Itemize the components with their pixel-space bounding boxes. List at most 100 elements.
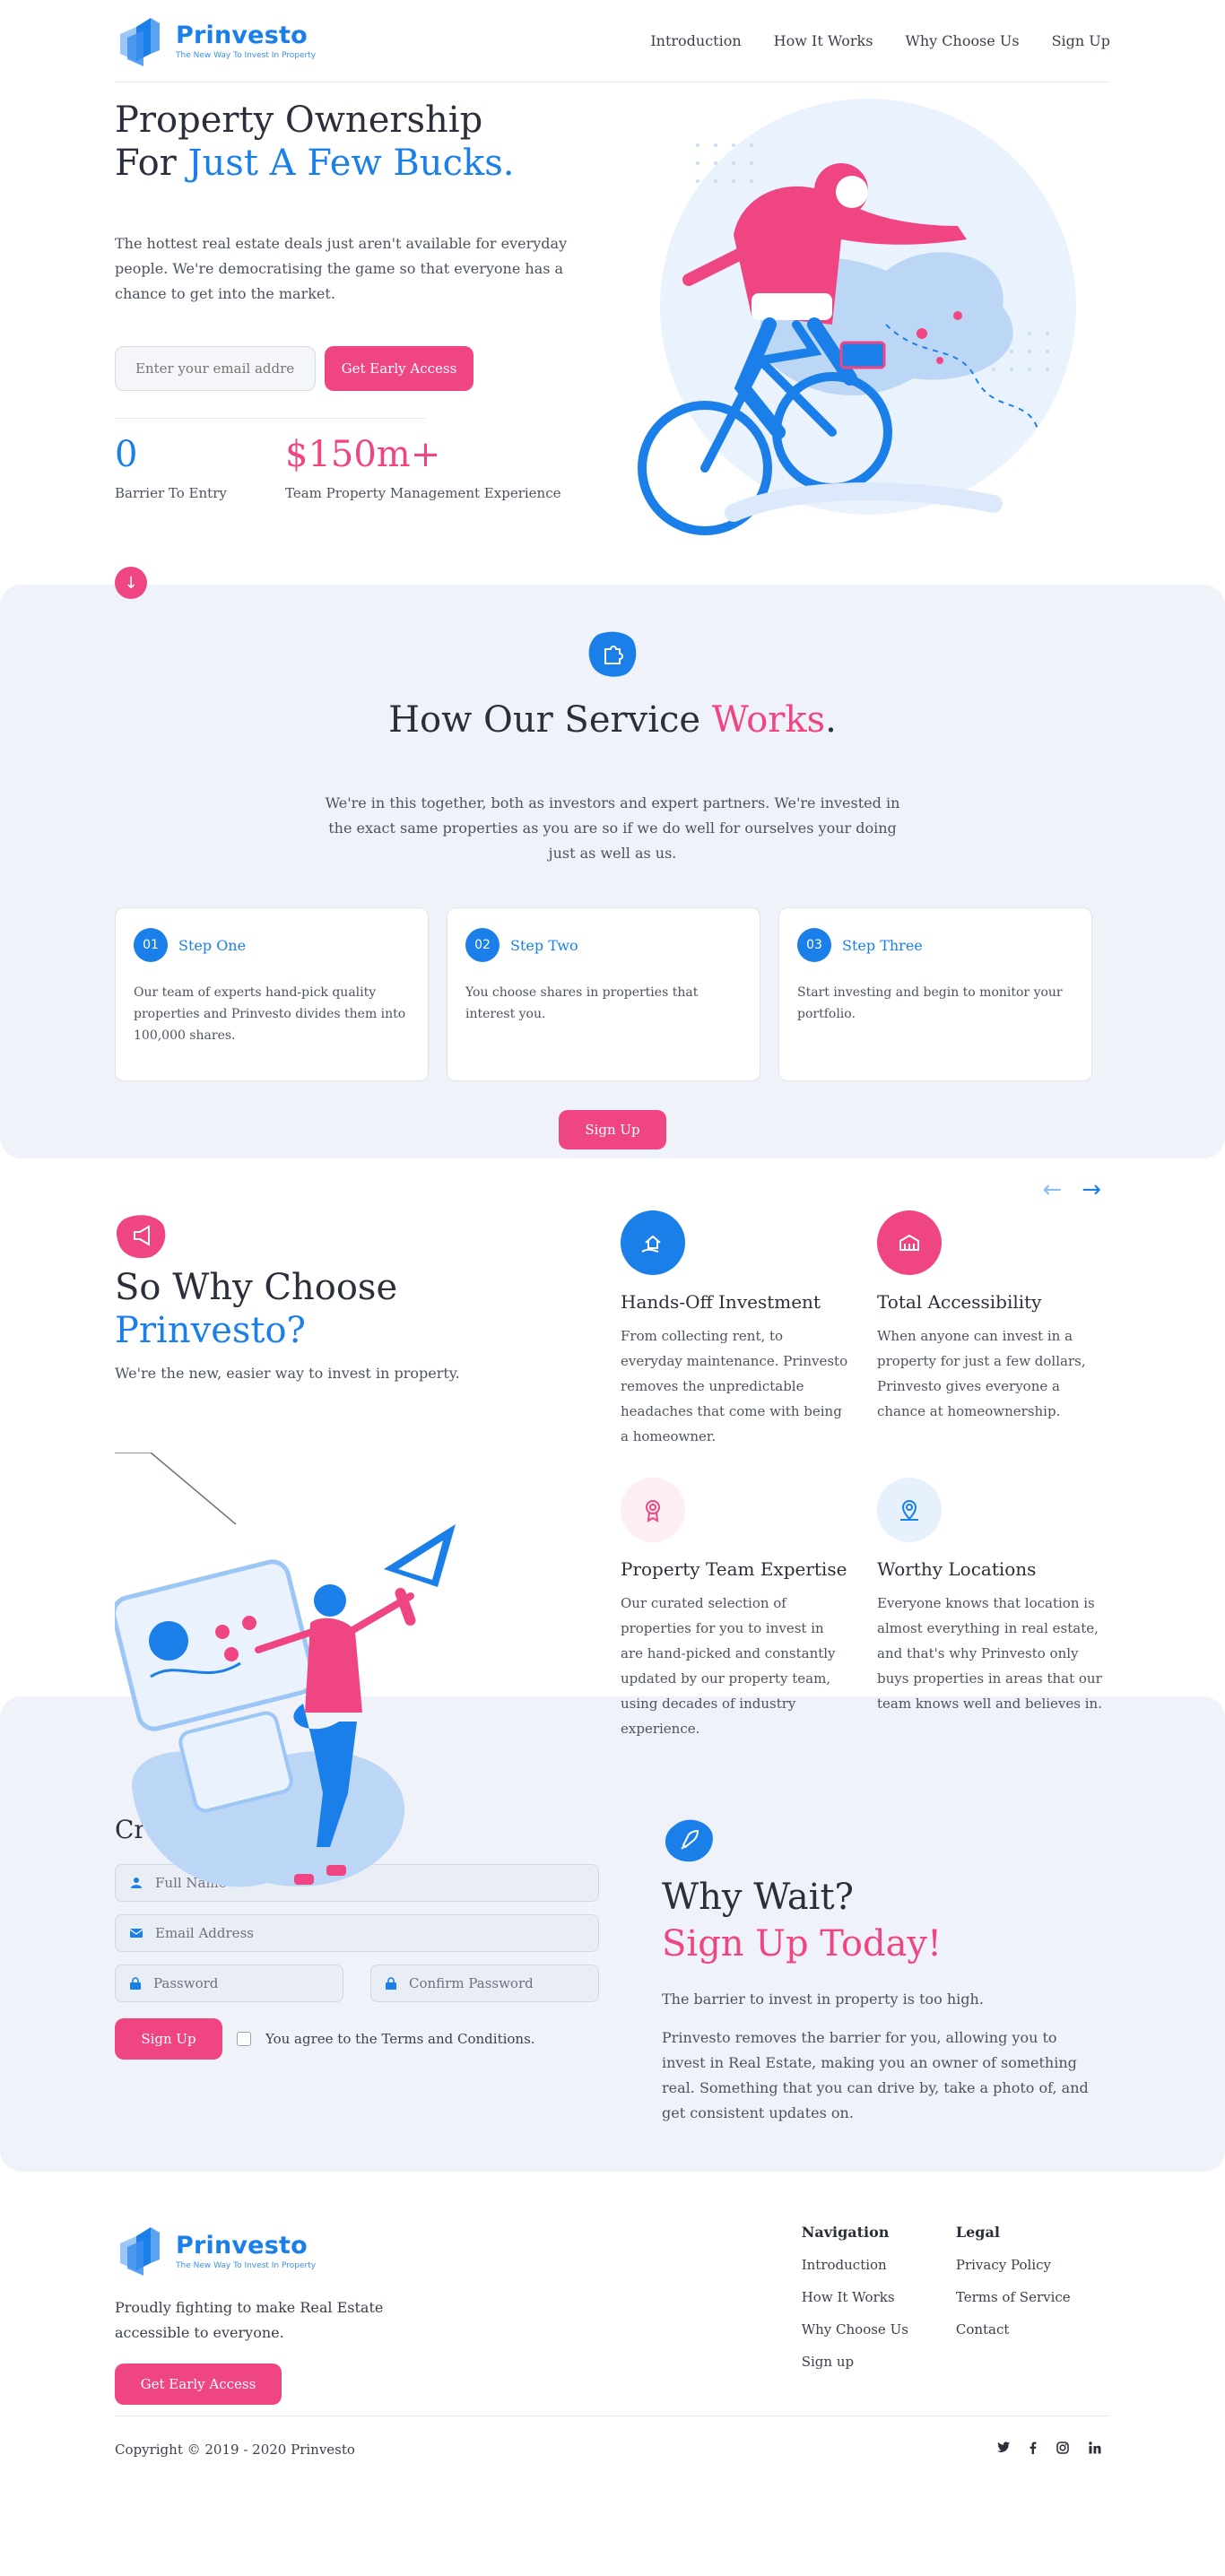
footer-link-contact[interactable]: Contact: [956, 2321, 1110, 2337]
cyclist-illustration: [638, 99, 1076, 535]
brand-name: Prinvesto: [176, 22, 308, 49]
twitter-icon[interactable]: [997, 2441, 1010, 2458]
feature-item: Property Team Expertise Our curated sele…: [621, 1478, 877, 1750]
scroll-down-button[interactable]: ↓: [115, 567, 147, 599]
why-wait-content: Why Wait? Sign Up Today! The barrier to …: [662, 1815, 1101, 2126]
step-number: 02: [465, 928, 500, 962]
step-card-header: 03 Step Three: [797, 928, 1073, 962]
stat-value: 0: [115, 434, 138, 475]
confirm-password-placeholder: Confirm Password: [409, 1975, 534, 1991]
nav-link-how-it-works[interactable]: How It Works: [774, 32, 873, 49]
how-it-works-section: ↓ How Our Service Works. We're in this t…: [0, 567, 1225, 1203]
brand-logo-link[interactable]: Prinvesto The New Way To Invest In Prope…: [115, 14, 316, 68]
facebook-icon[interactable]: [1030, 2442, 1037, 2458]
instagram-icon[interactable]: [1056, 2441, 1069, 2458]
why-title: So Why Choose Prinvesto?: [115, 1266, 621, 1352]
step-card: 03 Step Three Start investing and begin …: [778, 907, 1092, 1081]
hero-email-input[interactable]: [115, 346, 316, 391]
nav-link-sign-up[interactable]: Sign Up: [1052, 32, 1110, 49]
footer-link-terms[interactable]: Terms of Service: [956, 2289, 1110, 2305]
terms-checkbox[interactable]: [237, 2032, 251, 2046]
footer-link-sign-up[interactable]: Sign up: [802, 2354, 956, 2370]
feature-item: Hands-Off Investment From collecting ren…: [621, 1210, 877, 1458]
why-wait-body: Prinvesto removes the barrier for you, a…: [662, 2029, 1089, 2121]
step-title: Step Three: [842, 936, 923, 954]
feature-item: Total Accessibility When anyone can inve…: [877, 1210, 1110, 1458]
brand-tagline: The New Way To Invest In Property: [176, 2260, 317, 2270]
stat-value: $150m+: [285, 434, 441, 475]
hero-signup-form: Get Early Access: [115, 346, 617, 391]
why-wait-title-main: Why Wait?: [662, 1877, 854, 1918]
feature-description: From collecting rent, to everyday mainte…: [621, 1328, 848, 1444]
footer-nav-heading: Navigation: [801, 2224, 890, 2241]
puzzle-badge: [586, 628, 639, 680]
lock-icon: [386, 1977, 396, 1990]
building-icon: [877, 1210, 942, 1275]
how-title-end: .: [825, 699, 837, 741]
email-placeholder: Email Address: [155, 1925, 254, 1941]
hero-content: Property Ownership For Just A Few Bucks.…: [115, 82, 617, 585]
feature-title: Property Team Expertise: [621, 1558, 847, 1580]
brand-text: Prinvesto The New Way To Invest In Prope…: [176, 22, 316, 60]
map-pin-icon: [877, 1478, 942, 1542]
feature-title: Worthy Locations: [877, 1558, 1037, 1580]
password-row: Password Confirm Password: [115, 1952, 599, 2002]
lock-icon: [130, 1977, 141, 1990]
email-field[interactable]: Email Address: [115, 1914, 599, 1952]
stat-label: Team Property Management Experience: [285, 485, 561, 501]
step-number: 01: [134, 928, 168, 962]
how-sign-up-button[interactable]: Sign Up: [559, 1110, 666, 1149]
footer-top: Prinvesto The New Way To Invest In Prope…: [115, 2224, 1110, 2416]
hero-stats: 0 Barrier To Entry $150m+ Team Property …: [115, 431, 617, 501]
stat-barrier: 0 Barrier To Entry: [115, 431, 285, 501]
get-early-access-button[interactable]: Get Early Access: [325, 346, 473, 391]
footer-legal: Legal Privacy Policy Terms of Service Co…: [956, 2224, 1110, 2416]
why-section-wrap: So Why Choose Prinvesto? We're the new, …: [115, 1158, 1110, 1887]
stats-divider: [115, 418, 425, 419]
page-header-wrap: Prinvesto The New Way To Invest In Prope…: [115, 0, 1110, 585]
why-subtitle: We're the new, easier way to invest in p…: [115, 1365, 460, 1382]
account-sign-up-button[interactable]: Sign Up: [115, 2018, 222, 2060]
feature-title: Hands-Off Investment: [621, 1291, 821, 1313]
step-card-header: 02 Step Two: [465, 928, 742, 962]
feature-item: Worthy Locations Everyone knows that loc…: [877, 1478, 1110, 1750]
feature-description: When anyone can invest in a property for…: [877, 1328, 1086, 1419]
how-description: We're in this together, both as investor…: [325, 794, 900, 862]
footer-bottom: Copyright © 2019 - 2020 Prinvesto: [115, 2416, 1110, 2482]
brand-tagline: The New Way To Invest In Property: [176, 51, 317, 60]
step-card: 02 Step Two You choose shares in propert…: [447, 907, 760, 1081]
step-card-header: 01 Step One: [134, 928, 410, 962]
brand-name: Prinvesto: [176, 2231, 308, 2259]
step-text: You choose shares in properties that int…: [465, 985, 699, 1021]
why-wait-title-accent: Sign Up Today!: [662, 1923, 943, 1965]
footer-link-introduction[interactable]: Introduction: [802, 2257, 956, 2273]
nav-link-introduction[interactable]: Introduction: [650, 32, 741, 49]
password-placeholder: Password: [153, 1975, 219, 1991]
password-field[interactable]: Password: [115, 1965, 343, 2002]
megaphone-woman-illustration: [115, 1453, 456, 1887]
why-title-accent: Prinvesto?: [115, 1310, 306, 1351]
footer-link-how-it-works[interactable]: How It Works: [802, 2289, 956, 2305]
arrow-down-icon: ↓: [124, 573, 138, 593]
step-card: 01 Step One Our team of experts hand-pic…: [115, 907, 429, 1081]
site-footer: Prinvesto The New Way To Invest In Prope…: [115, 2172, 1110, 2482]
footer-link-privacy-policy[interactable]: Privacy Policy: [956, 2257, 1110, 2273]
step-title: Step One: [178, 936, 247, 954]
steps-carousel: 01 Step One Our team of experts hand-pic…: [115, 907, 1110, 1081]
footer-get-early-access-button[interactable]: Get Early Access: [115, 2364, 282, 2405]
step-text: Start investing and begin to monitor you…: [797, 985, 1063, 1021]
how-it-works-inner: ↓ How Our Service Works. We're in this t…: [115, 567, 1110, 1203]
top-navbar: Prinvesto The New Way To Invest In Prope…: [115, 0, 1110, 82]
envelope-icon: [130, 1929, 143, 1938]
why-wait-lead: The barrier to invest in property is too…: [662, 1991, 984, 2008]
step-number: 03: [797, 928, 831, 962]
footer-logo-link[interactable]: Prinvesto The New Way To Invest In Prope…: [115, 2224, 802, 2277]
feature-description: Everyone knows that location is almost e…: [877, 1595, 1102, 1712]
nav-link-why-choose-us[interactable]: Why Choose Us: [905, 32, 1019, 49]
confirm-password-field[interactable]: Confirm Password: [370, 1965, 599, 2002]
footer-link-why-choose-us[interactable]: Why Choose Us: [802, 2321, 956, 2337]
hero-title: Property Ownership For Just A Few Bucks.: [115, 99, 617, 185]
linkedin-icon[interactable]: [1089, 2441, 1101, 2458]
feature-description: Our curated selection of properties for …: [621, 1595, 836, 1737]
hero-title-prefix: For: [115, 143, 177, 184]
